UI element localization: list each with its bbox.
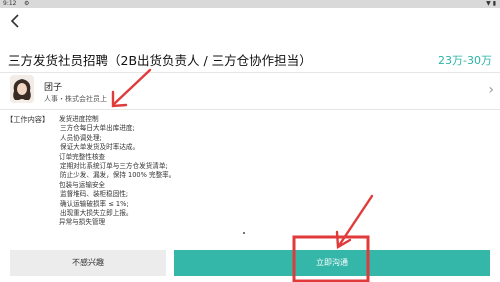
description-label: 【工作内容】 — [6, 115, 50, 124]
description-item: 出现重大损失立即上报。 — [60, 208, 133, 217]
description-item: 保证大单发货及时率达成。 — [60, 143, 140, 152]
salary-range: 23万-30万 — [438, 54, 492, 67]
description-item: 包装与运输安全 — [59, 180, 106, 189]
description-item: 三方仓每日大单出库进度; — [60, 124, 135, 133]
avatar[interactable] — [10, 75, 34, 103]
description-item: 确认运输破损率 ≤ 1%; — [60, 199, 129, 208]
divider — [0, 72, 500, 73]
description-item: 订单完整性核查 — [59, 152, 106, 161]
settings-icon: ⚙ — [24, 0, 30, 7]
recruiter-name: 团子 — [44, 83, 63, 93]
back-button[interactable] — [10, 13, 26, 31]
description-item: 异常与损失管理 — [59, 218, 106, 227]
status-time: 9:12 — [3, 0, 17, 7]
description-item: 定期对比系统订单与三方仓发货清单; — [60, 161, 168, 170]
annotation-arrow-down — [335, 194, 374, 250]
recruiter-position: 人事・株式会社员上 — [44, 95, 107, 103]
status-icons: ▼ ▮ — [486, 0, 496, 7]
status-bar: 9:12 ⚙ ▼ ▮ — [0, 0, 500, 8]
description-list: 发货进度控制 三方仓每日大单出库进度; 人员协调处理; 保证大单发货及时率达成。… — [59, 115, 175, 228]
description-item: 防止少发、漏发，保持 100% 完整率。 — [60, 171, 176, 180]
chevron-left-icon — [10, 14, 19, 28]
annotation-arrow-up — [111, 68, 152, 108]
divider — [0, 109, 500, 110]
description-item: 人员协调处理; — [60, 133, 102, 142]
job-title: 三方发货社员招聘（2B出货负责人 / 三方仓协作担当） — [8, 53, 312, 68]
description-item: 发货进度控制 — [59, 115, 99, 123]
not-interested-button[interactable]: 不感兴趣 — [10, 250, 166, 276]
scroll-dot — [243, 232, 245, 234]
chat-now-button[interactable]: 立即沟通 — [174, 250, 490, 276]
description-item: 监督堆码、装柜稳固性; — [60, 190, 129, 199]
chevron-right-icon[interactable]: › — [488, 82, 494, 98]
